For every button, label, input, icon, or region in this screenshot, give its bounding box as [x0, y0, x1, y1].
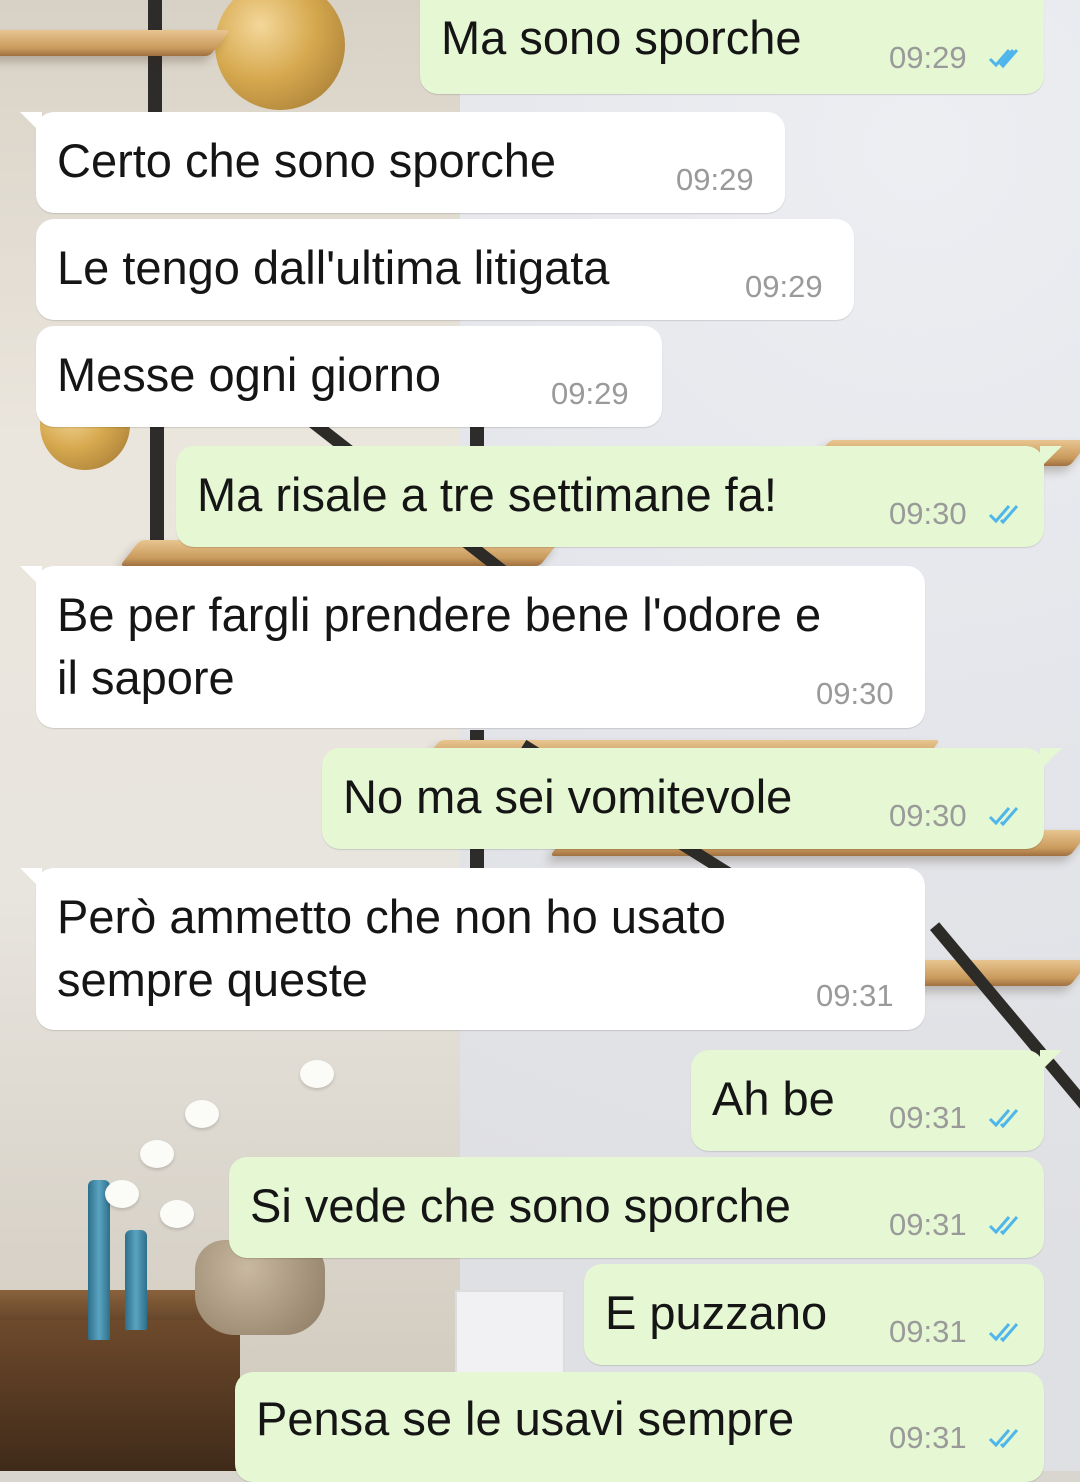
message-time: 09:31 — [889, 1100, 967, 1135]
message-text: Però ammetto che non ho usato sempre que… — [57, 890, 726, 1006]
message-bubble-incoming[interactable]: Messe ogni giorno 09:29 — [36, 326, 662, 427]
message-bubble-outgoing[interactable]: Pensa se le usavi sempre 09:31 — [235, 1372, 1044, 1482]
read-double-tick-icon — [987, 502, 1027, 526]
message-time: 09:30 — [889, 496, 967, 531]
message-text: Ma risale a tre settimane fa! — [197, 468, 777, 521]
message-text: Messe ogni giorno — [57, 348, 442, 401]
message-bubble-outgoing[interactable]: Ma risale a tre settimane fa! 09:30 — [176, 446, 1062, 547]
read-double-tick-icon — [987, 1426, 1027, 1450]
message-time: 09:31 — [889, 1207, 967, 1242]
message-bubble-outgoing[interactable]: Ma sono sporche 09:29 — [420, 0, 1044, 94]
message-text: Ah be — [712, 1072, 835, 1125]
message-time: 09:30 — [816, 676, 894, 711]
message-text: Certo che sono sporche — [57, 134, 557, 187]
message-time: 09:29 — [889, 40, 967, 75]
message-time: 09:30 — [889, 798, 967, 833]
message-time: 09:31 — [816, 978, 894, 1013]
message-bubble-incoming[interactable]: Certo che sono sporche 09:29 — [20, 112, 785, 213]
message-list[interactable]: Ma sono sporche 09:29 Certo che sono spo… — [0, 0, 1080, 1482]
message-bubble-outgoing[interactable]: Si vede che sono sporche 09:31 — [229, 1157, 1044, 1258]
message-bubble-incoming[interactable]: Be per fargli prendere bene l'odore e il… — [20, 566, 925, 728]
message-bubble-outgoing[interactable]: E puzzano 09:31 — [584, 1264, 1044, 1365]
read-double-tick-icon — [987, 46, 1027, 70]
message-text: Ma sono sporche — [441, 11, 802, 64]
message-time: 09:29 — [676, 162, 754, 197]
message-bubble-outgoing[interactable]: No ma sei vomitevole 09:30 — [322, 748, 1062, 849]
read-double-tick-icon — [987, 804, 1027, 828]
message-bubble-incoming[interactable]: Però ammetto che non ho usato sempre que… — [20, 868, 925, 1030]
read-double-tick-icon — [987, 1106, 1027, 1130]
message-time: 09:29 — [551, 376, 629, 411]
message-text: No ma sei vomitevole — [343, 770, 793, 823]
message-text: Be per fargli prendere bene l'odore e il… — [57, 588, 822, 704]
message-time: 09:31 — [889, 1420, 967, 1455]
message-bubble-outgoing[interactable]: Ah be 09:31 — [691, 1050, 1062, 1151]
message-text: Pensa se le usavi sempre — [256, 1392, 795, 1445]
message-bubble-incoming[interactable]: Le tengo dall'ultima litigata 09:29 — [36, 219, 854, 320]
message-time: 09:29 — [745, 269, 823, 304]
message-text: E puzzano — [605, 1286, 828, 1339]
message-text: Le tengo dall'ultima litigata — [57, 241, 610, 294]
read-double-tick-icon — [987, 1213, 1027, 1237]
read-double-tick-icon — [987, 1320, 1027, 1344]
message-time: 09:31 — [889, 1314, 967, 1349]
message-text: Si vede che sono sporche — [250, 1179, 791, 1232]
